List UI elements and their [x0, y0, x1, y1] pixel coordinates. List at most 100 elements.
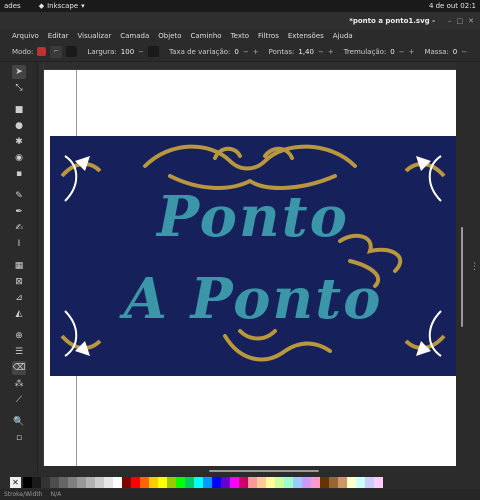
palette-swatch[interactable] [302, 477, 311, 488]
menu-ajuda[interactable]: Ajuda [333, 32, 353, 40]
spray-tool-icon[interactable]: ☰ [12, 345, 26, 359]
dock-handle-icon[interactable]: ⋮ [470, 262, 479, 272]
palette-swatch[interactable] [311, 477, 320, 488]
palette-swatch[interactable] [23, 477, 32, 488]
text-tool-icon[interactable]: I [12, 237, 26, 251]
rectangle-tool-icon[interactable]: ■ [12, 103, 26, 117]
palette-swatch[interactable] [104, 477, 113, 488]
calligraphy-tool-icon[interactable]: ✍ [12, 221, 26, 235]
variation-increment-button[interactable]: + [253, 48, 259, 56]
menu-caminho[interactable]: Caminho [190, 32, 221, 40]
palette-swatch[interactable] [86, 477, 95, 488]
horizontal-ruler[interactable] [44, 62, 456, 70]
activities-label[interactable]: ades [4, 2, 21, 10]
palette-swatch[interactable] [230, 477, 239, 488]
spiral-tool-icon[interactable]: ▪ [12, 167, 26, 181]
vertical-scrollbar[interactable]: ⋮ [456, 62, 480, 476]
mode-option-icon[interactable]: ⌐ [50, 45, 63, 58]
variation-input[interactable]: 0 [234, 48, 238, 56]
points-decrement-button[interactable]: − [318, 48, 324, 56]
tremor-increment-button[interactable]: + [409, 48, 415, 56]
palette-swatch[interactable] [77, 477, 86, 488]
palette-swatch[interactable] [68, 477, 77, 488]
palette-swatch[interactable] [158, 477, 167, 488]
measure-tool-icon[interactable]: ⟋ [12, 393, 26, 407]
pen-tool-icon[interactable]: ✒ [12, 205, 26, 219]
palette-swatch[interactable] [131, 477, 140, 488]
mode-color-swatch[interactable] [37, 47, 47, 56]
palette-swatch[interactable] [239, 477, 248, 488]
connector-tool-icon[interactable]: ⁂ [12, 377, 26, 391]
clock[interactable]: 4 de out 02:1 [429, 2, 476, 10]
menu-objeto[interactable]: Objeto [158, 32, 181, 40]
palette-swatch[interactable] [338, 477, 347, 488]
palette-swatch[interactable] [275, 477, 284, 488]
close-icon[interactable]: ✕ [468, 17, 474, 25]
palette-swatch[interactable] [248, 477, 257, 488]
tremor-decrement-button[interactable]: − [399, 48, 405, 56]
mesh-tool-icon[interactable]: ⊠ [12, 275, 26, 289]
tweak-tool-icon[interactable]: ⊕ [12, 329, 26, 343]
horizontal-scrollbar[interactable] [44, 466, 456, 476]
tremor-input[interactable]: 0 [390, 48, 394, 56]
node-tool-icon[interactable]: ⤡ [12, 81, 26, 95]
palette-swatch[interactable] [185, 477, 194, 488]
paint-bucket-tool-icon[interactable]: ◭ [12, 307, 26, 321]
mass-input[interactable]: 0 [453, 48, 457, 56]
palette-swatch[interactable] [194, 477, 203, 488]
palette-swatch[interactable] [365, 477, 374, 488]
palette-swatch[interactable] [140, 477, 149, 488]
maximize-icon[interactable]: □ [457, 17, 464, 25]
eraser-tool-icon[interactable]: ⌫ [12, 361, 26, 375]
dropper-tool-icon[interactable]: ⊿ [12, 291, 26, 305]
variation-decrement-button[interactable]: − [243, 48, 249, 56]
selector-tool-icon[interactable]: ➤ [12, 65, 26, 79]
palette-swatch[interactable] [284, 477, 293, 488]
palette-swatch[interactable] [356, 477, 365, 488]
palette-swatch[interactable] [212, 477, 221, 488]
menu-texto[interactable]: Texto [231, 32, 249, 40]
palette-swatch[interactable] [59, 477, 68, 488]
palette-swatch[interactable] [41, 477, 50, 488]
menu-extensoes[interactable]: Extensões [288, 32, 324, 40]
palette-swatch[interactable] [347, 477, 356, 488]
palette-swatch[interactable] [167, 477, 176, 488]
palette-swatch[interactable] [203, 477, 212, 488]
width-decrement-button[interactable]: − [138, 48, 144, 56]
pages-tool-icon[interactable]: ▫ [12, 431, 26, 445]
3d-box-tool-icon[interactable]: ◉ [12, 151, 26, 165]
pressure-toggle-button[interactable] [148, 46, 160, 57]
palette-swatch[interactable] [266, 477, 275, 488]
palette-swatch[interactable] [320, 477, 329, 488]
menu-visualizar[interactable]: Visualizar [78, 32, 112, 40]
palette-swatch[interactable] [32, 477, 41, 488]
vertical-scroll-thumb[interactable] [461, 227, 463, 327]
points-increment-button[interactable]: + [328, 48, 334, 56]
zoom-tool-icon[interactable]: 🔍 [12, 415, 26, 429]
width-input[interactable]: 100 [121, 48, 134, 56]
ellipse-tool-icon[interactable]: ● [12, 119, 26, 133]
menu-editar[interactable]: Editar [48, 32, 69, 40]
palette-swatch[interactable] [176, 477, 185, 488]
palette-swatch[interactable] [374, 477, 383, 488]
palette-swatch[interactable] [257, 477, 266, 488]
palette-swatch[interactable] [122, 477, 131, 488]
star-tool-icon[interactable]: ✱ [12, 135, 26, 149]
palette-swatch[interactable] [329, 477, 338, 488]
palette-swatch[interactable] [293, 477, 302, 488]
app-menu[interactable]: ◆ Inkscape ▾ [39, 2, 85, 10]
palette-swatch[interactable] [221, 477, 230, 488]
menu-camada[interactable]: Camada [120, 32, 149, 40]
menu-arquivo[interactable]: Arquivo [12, 32, 39, 40]
palette-swatch[interactable] [113, 477, 122, 488]
palette-swatch[interactable] [149, 477, 158, 488]
gradient-tool-icon[interactable]: ▦ [12, 259, 26, 273]
no-paint-swatch[interactable]: ✕ [10, 477, 21, 488]
menu-filtros[interactable]: Filtros [258, 32, 279, 40]
palette-swatch[interactable] [95, 477, 104, 488]
artwork-group[interactable]: Ponto A Ponto [50, 136, 456, 376]
minimize-icon[interactable]: – [448, 17, 452, 25]
horizontal-scroll-thumb[interactable] [209, 470, 319, 472]
pencil-tool-icon[interactable]: ✎ [12, 189, 26, 203]
palette-swatch[interactable] [50, 477, 59, 488]
